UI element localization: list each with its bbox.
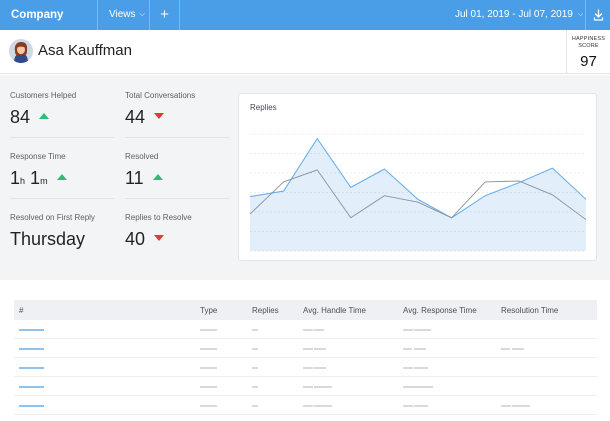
avatar[interactable]: [9, 39, 33, 63]
divider: [10, 137, 114, 138]
column-header[interactable]: Replies: [252, 306, 279, 315]
divider: [125, 198, 229, 199]
profile-header: Asa Kauffman HAPPINESS SCORE 97: [0, 30, 610, 74]
stat-resolved-first-reply: Resolved on First Reply Thursday: [10, 213, 95, 249]
cell-placeholder: [414, 405, 428, 407]
table-row[interactable]: [14, 320, 597, 339]
trend-up-icon: [56, 174, 67, 181]
cell-placeholder: [252, 405, 258, 407]
stat-resolved: Resolved 11: [125, 152, 229, 189]
row-link-placeholder[interactable]: [19, 386, 44, 388]
cell-placeholder: [200, 348, 217, 350]
cell-placeholder: [403, 386, 433, 388]
column-header[interactable]: Avg. Handle Time: [303, 306, 366, 315]
cell-placeholder: [414, 367, 428, 369]
row-link-placeholder[interactable]: [19, 329, 44, 331]
cell-placeholder: [403, 405, 413, 407]
cell-placeholder: [252, 367, 258, 369]
trend-down-icon: [154, 113, 165, 120]
cell-placeholder: [314, 405, 332, 407]
series-1-area: [250, 138, 586, 251]
views-dropdown[interactable]: Views ⌵: [98, 0, 150, 30]
cell-placeholder: [512, 348, 524, 350]
cell-placeholder: [303, 405, 313, 407]
cell-placeholder: [314, 348, 326, 350]
divider: [10, 198, 114, 199]
date-range-label: Jul 01, 2019 - Jul 07, 2019: [455, 9, 573, 20]
table-row[interactable]: [14, 377, 597, 396]
trend-down-icon: [154, 235, 165, 242]
cell-placeholder: [314, 329, 324, 331]
column-header[interactable]: Avg. Response Time: [403, 306, 477, 315]
cell-placeholder: [303, 367, 313, 369]
cell-placeholder: [512, 405, 530, 407]
download-button[interactable]: [585, 0, 610, 30]
chevron-down-icon: ⌵: [577, 11, 584, 18]
column-header[interactable]: #: [19, 306, 23, 315]
happiness-value: 97: [580, 53, 597, 70]
row-link-placeholder[interactable]: [19, 405, 44, 407]
cell-placeholder: [314, 367, 326, 369]
cell-placeholder: [200, 405, 217, 407]
cell-placeholder: [414, 348, 426, 350]
column-header[interactable]: Resolution Time: [501, 306, 558, 315]
cell-placeholder: [314, 386, 332, 388]
replies-chart: Replies: [238, 93, 597, 261]
table-row[interactable]: [14, 396, 597, 415]
chevron-down-icon: ⌵: [139, 11, 145, 18]
happiness-score: HAPPINESS SCORE 97: [566, 30, 610, 74]
table-row[interactable]: [14, 358, 597, 377]
cell-placeholder: [303, 386, 313, 388]
column-header[interactable]: Type: [200, 306, 217, 315]
table-header: # Type Replies Avg. Handle Time Avg. Res…: [14, 300, 597, 320]
stat-response-time: Response Time 1h 1m: [10, 152, 67, 188]
table-body: [14, 320, 597, 415]
happiness-label: HAPPINESS SCORE: [571, 36, 606, 49]
cell-placeholder: [252, 386, 258, 388]
cell-placeholder: [252, 329, 258, 331]
top-bar: Company Report Views⌵ + Jul 01, 2019 - J…: [0, 0, 610, 51]
cell-placeholder: [403, 329, 413, 331]
stat-replies-to-resolve: Replies to Resolve 40: [125, 213, 192, 249]
divider: [125, 137, 229, 138]
views-label: Views: [109, 9, 136, 20]
cell-placeholder: [252, 348, 258, 350]
stat-customers-helped: Customers Helped 84: [10, 91, 77, 127]
cell-placeholder: [403, 348, 412, 350]
table-row[interactable]: [14, 339, 597, 358]
row-link-placeholder[interactable]: [19, 348, 44, 350]
cell-placeholder: [414, 329, 431, 331]
report-title[interactable]: Company Report: [0, 0, 98, 51]
download-icon: [593, 9, 604, 21]
cell-placeholder: [501, 405, 511, 407]
user-name: Asa Kauffman: [38, 42, 132, 59]
cell-placeholder: [200, 386, 217, 388]
conversations-table: # Type Replies Avg. Handle Time Avg. Res…: [14, 300, 597, 415]
stat-total-conversations: Total Conversations 44: [125, 91, 196, 127]
cell-placeholder: [303, 329, 313, 331]
cell-placeholder: [403, 367, 413, 369]
cell-placeholder: [501, 348, 510, 350]
cell-placeholder: [200, 329, 217, 331]
add-button[interactable]: +: [150, 0, 180, 30]
replies-chart-plot: [249, 133, 587, 252]
stats-panel: Customers Helped 84 Total Conversations …: [0, 75, 610, 280]
cell-placeholder: [200, 367, 217, 369]
cell-placeholder: [303, 348, 313, 350]
date-range-picker[interactable]: Jul 01, 2019 - Jul 07, 2019 ⌵: [440, 0, 585, 30]
row-link-placeholder[interactable]: [19, 367, 44, 369]
trend-up-icon: [152, 174, 163, 181]
trend-up-icon: [39, 113, 50, 120]
